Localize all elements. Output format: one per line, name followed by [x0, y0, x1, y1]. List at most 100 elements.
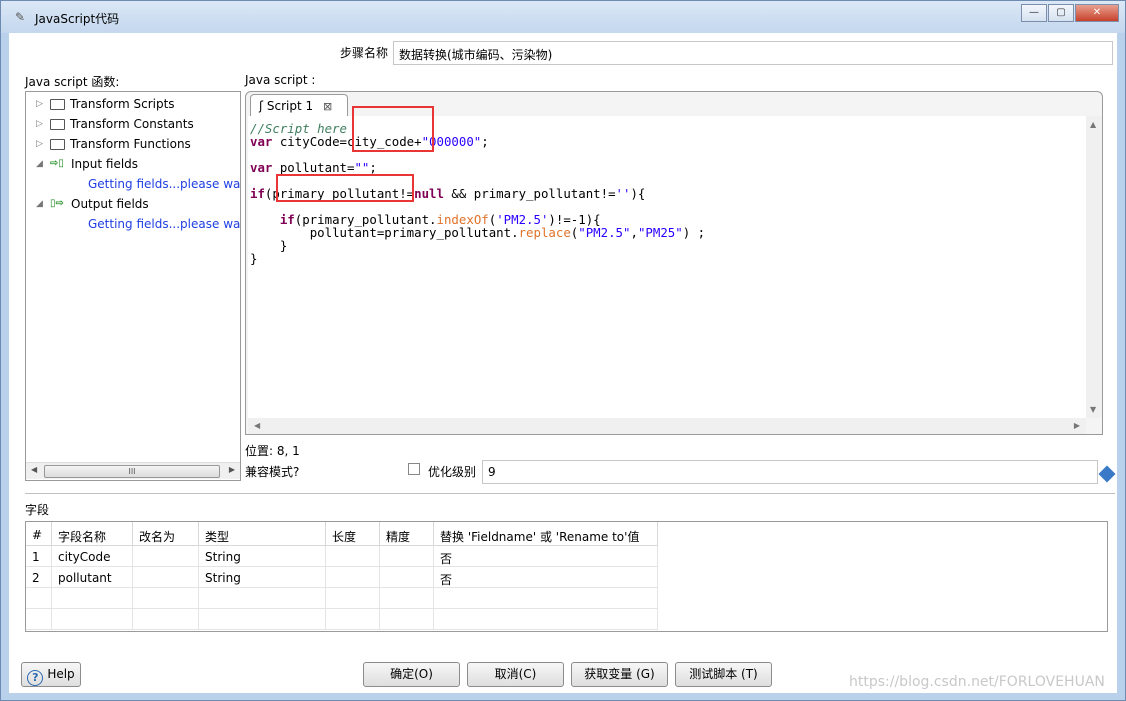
optimize-checkbox[interactable] [408, 463, 420, 475]
code-text: , [630, 225, 638, 240]
close-tab-icon[interactable]: ⊠ [323, 100, 332, 113]
table-cell[interactable] [326, 588, 380, 609]
optimize-label: 优化级别 [428, 465, 477, 479]
table-cell[interactable] [380, 609, 434, 630]
column-header[interactable]: 类型 [199, 522, 326, 546]
scroll-left-icon[interactable]: ◀ [31, 465, 37, 474]
optimize-level-input[interactable]: 9 [482, 460, 1098, 484]
code-text: ){ [630, 186, 646, 201]
tree-item-output-loading: Getting fields...please wait [88, 217, 241, 231]
highlight-box-city-code [352, 106, 434, 152]
table-cell[interactable] [199, 609, 326, 630]
table-cell[interactable] [380, 567, 434, 588]
table-cell: 2 [26, 567, 52, 588]
table-cell[interactable] [133, 588, 199, 609]
table-cell[interactable]: cityCode [52, 546, 133, 567]
table-cell[interactable] [380, 588, 434, 609]
folder-icon [50, 118, 65, 130]
functions-tree: ▷ Transform Scripts ▷ Transform Constant… [25, 91, 241, 481]
scroll-right-icon[interactable]: ▶ [1074, 421, 1080, 430]
code-text: } [250, 251, 258, 266]
table-cell[interactable]: pollutant [52, 567, 133, 588]
help-button[interactable]: ? Help [21, 662, 81, 687]
editor-horizontal-scrollbar[interactable]: ◀ ▶ [248, 418, 1086, 434]
table-cell[interactable] [133, 609, 199, 630]
tree-item-label: Transform Scripts [70, 97, 175, 111]
table-cell[interactable] [326, 567, 380, 588]
column-header[interactable]: 替换 'Fieldname' 或 'Rename to'值 [434, 522, 658, 546]
dialog-window: ✎ JavaScript代码 — ▢ ✕ 步骤名称 数据转换(城市编码、污染物)… [0, 0, 1126, 701]
code-keyword: var [250, 134, 273, 149]
test-script-button[interactable]: 测试脚本 (T) [675, 662, 772, 687]
table-cell: 1 [26, 546, 52, 567]
scroll-left-icon[interactable]: ◀ [254, 421, 260, 430]
column-header[interactable]: 字段名称 [52, 522, 133, 546]
step-name-input[interactable]: 数据转换(城市编码、污染物) [393, 41, 1113, 65]
code-string: "PM2.5" [578, 225, 631, 240]
variable-diamond-icon[interactable] [1098, 465, 1116, 483]
column-header[interactable]: # [26, 522, 52, 546]
column-header[interactable]: 长度 [326, 522, 380, 546]
code-string: "" [354, 160, 370, 175]
table-cell[interactable] [434, 609, 658, 630]
javascript-label: Java script : [245, 73, 316, 87]
collapse-icon[interactable]: ◢ [36, 159, 46, 169]
table-cell[interactable] [326, 609, 380, 630]
table-cell[interactable]: String [199, 567, 326, 588]
help-label: Help [47, 667, 75, 681]
expand-icon[interactable]: ▷ [36, 139, 46, 149]
script-editor: ʃ Script 1 ⊠ //Script here var cityCode=… [245, 91, 1103, 435]
code-text: ) ; [682, 225, 706, 240]
table-cell[interactable]: 否 [434, 546, 658, 567]
expand-icon[interactable]: ▷ [36, 119, 46, 129]
tree-horizontal-scrollbar[interactable]: ◀ III ▶ [26, 462, 240, 479]
table-cell[interactable] [326, 546, 380, 567]
ok-button[interactable]: 确定(O) [363, 662, 460, 687]
scroll-up-icon[interactable]: ▲ [1090, 120, 1096, 129]
input-fields-icon: ⇨▯ [50, 157, 64, 169]
expand-icon[interactable]: ▷ [36, 99, 46, 109]
minimize-button[interactable]: — [1021, 4, 1047, 22]
tree-item-input-fields[interactable]: ◢ ⇨▯ Input fields [26, 154, 138, 174]
tree-item-input-loading: Getting fields...please wait [88, 177, 241, 191]
table-cell [26, 609, 52, 630]
cursor-position: 位置: 8, 1 [245, 444, 300, 458]
scroll-down-icon[interactable]: ▼ [1090, 405, 1096, 414]
step-name-label: 步骤名称 [340, 46, 389, 60]
cancel-button[interactable]: 取消(C) [467, 662, 564, 687]
tree-item-transform-scripts[interactable]: ▷ Transform Scripts [26, 94, 175, 114]
maximize-button[interactable]: ▢ [1048, 4, 1074, 22]
table-cell[interactable] [133, 546, 199, 567]
tree-item-label: Output fields [71, 197, 149, 211]
tab-script-1[interactable]: ʃ Script 1 ⊠ [250, 94, 348, 116]
code-area[interactable]: //Script here var cityCode=city_code+"00… [248, 116, 1086, 418]
close-button[interactable]: ✕ [1075, 4, 1119, 22]
code-keyword: if [250, 186, 265, 201]
help-icon: ? [27, 670, 44, 686]
table-cell[interactable] [380, 546, 434, 567]
table-cell[interactable] [52, 588, 133, 609]
output-fields-icon: ▯⇨ [50, 197, 64, 209]
window-title: JavaScript代码 [35, 12, 120, 26]
table-cell[interactable]: String [199, 546, 326, 567]
scroll-thumb[interactable]: III [44, 465, 220, 478]
tree-item-output-fields[interactable]: ◢ ▯⇨ Output fields [26, 194, 149, 214]
table-cell[interactable]: 否 [434, 567, 658, 588]
script-icon: ʃ [259, 99, 264, 113]
get-variables-button[interactable]: 获取变量 (G) [571, 662, 668, 687]
title-bar: ✎ JavaScript代码 — ▢ ✕ [1, 1, 1125, 33]
code-text: ; [481, 134, 489, 149]
column-header[interactable]: 精度 [380, 522, 434, 546]
folder-icon [50, 138, 65, 150]
scroll-right-icon[interactable]: ▶ [229, 465, 235, 474]
table-cell[interactable] [199, 588, 326, 609]
table-cell[interactable] [52, 609, 133, 630]
tree-item-transform-functions[interactable]: ▷ Transform Functions [26, 134, 191, 154]
editor-vertical-scrollbar[interactable]: ▲ ▼ [1086, 116, 1102, 418]
table-cell[interactable] [434, 588, 658, 609]
tree-item-transform-constants[interactable]: ▷ Transform Constants [26, 114, 194, 134]
collapse-icon[interactable]: ◢ [36, 199, 46, 209]
table-cell[interactable] [133, 567, 199, 588]
compat-mode-label[interactable]: 兼容模式? [245, 463, 299, 480]
column-header[interactable]: 改名为 [133, 522, 199, 546]
